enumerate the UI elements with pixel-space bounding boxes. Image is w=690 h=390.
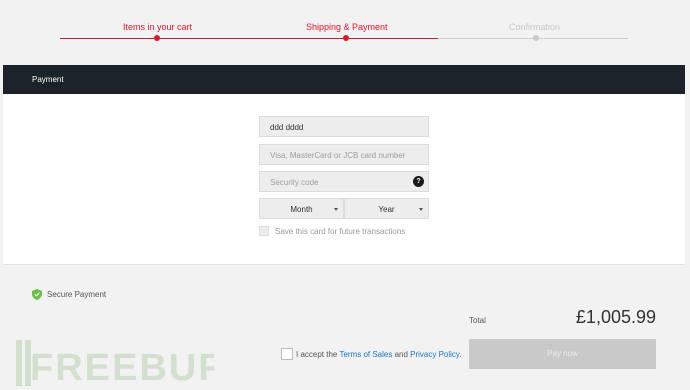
- step-label-shipping-payment: Shipping & Payment: [306, 22, 388, 32]
- accept-terms-text: I accept the Terms of Sales and Privacy …: [296, 350, 462, 359]
- cardholder-name-field[interactable]: ddd dddd: [259, 116, 429, 137]
- expiry-year-label: Year: [378, 205, 395, 214]
- payment-section-header: Payment: [3, 65, 685, 94]
- stepper-progress-line: [60, 38, 438, 39]
- checkout-page: Items in your cart Shipping & Payment Co…: [0, 0, 690, 390]
- expiry-month-select[interactable]: Month: [259, 198, 344, 219]
- step-label-confirmation: Confirmation: [509, 22, 561, 32]
- save-card-checkbox[interactable]: [259, 226, 269, 236]
- expiry-year-select[interactable]: Year: [344, 198, 429, 219]
- help-icon[interactable]: ?: [413, 176, 424, 187]
- payment-form: ddd dddd Visa, MasterCard or JCB card nu…: [3, 94, 685, 264]
- terms-prefix: I accept the: [296, 350, 340, 359]
- pay-now-button[interactable]: Pay now: [469, 339, 656, 369]
- terms-of-sales-link[interactable]: Terms of Sales: [339, 350, 392, 359]
- pay-now-label: Pay now: [547, 349, 578, 358]
- shield-icon: [32, 289, 42, 300]
- freebuf-watermark-logo: FREEBUF: [16, 340, 214, 386]
- card-number-placeholder: Visa, MasterCard or JCB card number: [270, 151, 406, 160]
- security-code-field[interactable]: Security code ?: [259, 171, 429, 192]
- payment-title: Payment: [32, 75, 64, 84]
- accept-terms-checkbox[interactable]: [281, 348, 293, 360]
- step-label-cart[interactable]: Items in your cart: [123, 22, 192, 32]
- privacy-policy-link[interactable]: Privacy Policy: [410, 350, 459, 359]
- watermark-text: FREEBUF: [30, 347, 214, 386]
- terms-suffix: .: [459, 350, 462, 359]
- secure-payment-label: Secure Payment: [47, 290, 107, 299]
- chevron-down-icon: [334, 208, 338, 211]
- chevron-down-icon: [419, 208, 423, 211]
- step-dot-cart: [154, 35, 160, 41]
- cardholder-name-value: ddd dddd: [270, 123, 304, 132]
- total-amount: £1,005.99: [575, 307, 656, 327]
- checkout-stepper: Items in your cart Shipping & Payment Co…: [0, 0, 690, 60]
- save-card-label[interactable]: Save this card for future transactions: [275, 227, 405, 236]
- card-number-field[interactable]: Visa, MasterCard or JCB card number: [259, 144, 429, 165]
- terms-and: and: [392, 350, 411, 359]
- expiry-month-label: Month: [290, 205, 313, 214]
- total-label: Total: [469, 316, 486, 325]
- step-dot-confirmation: [533, 35, 539, 41]
- step-dot-shipping-payment: [343, 35, 349, 41]
- security-code-placeholder: Security code: [270, 178, 319, 187]
